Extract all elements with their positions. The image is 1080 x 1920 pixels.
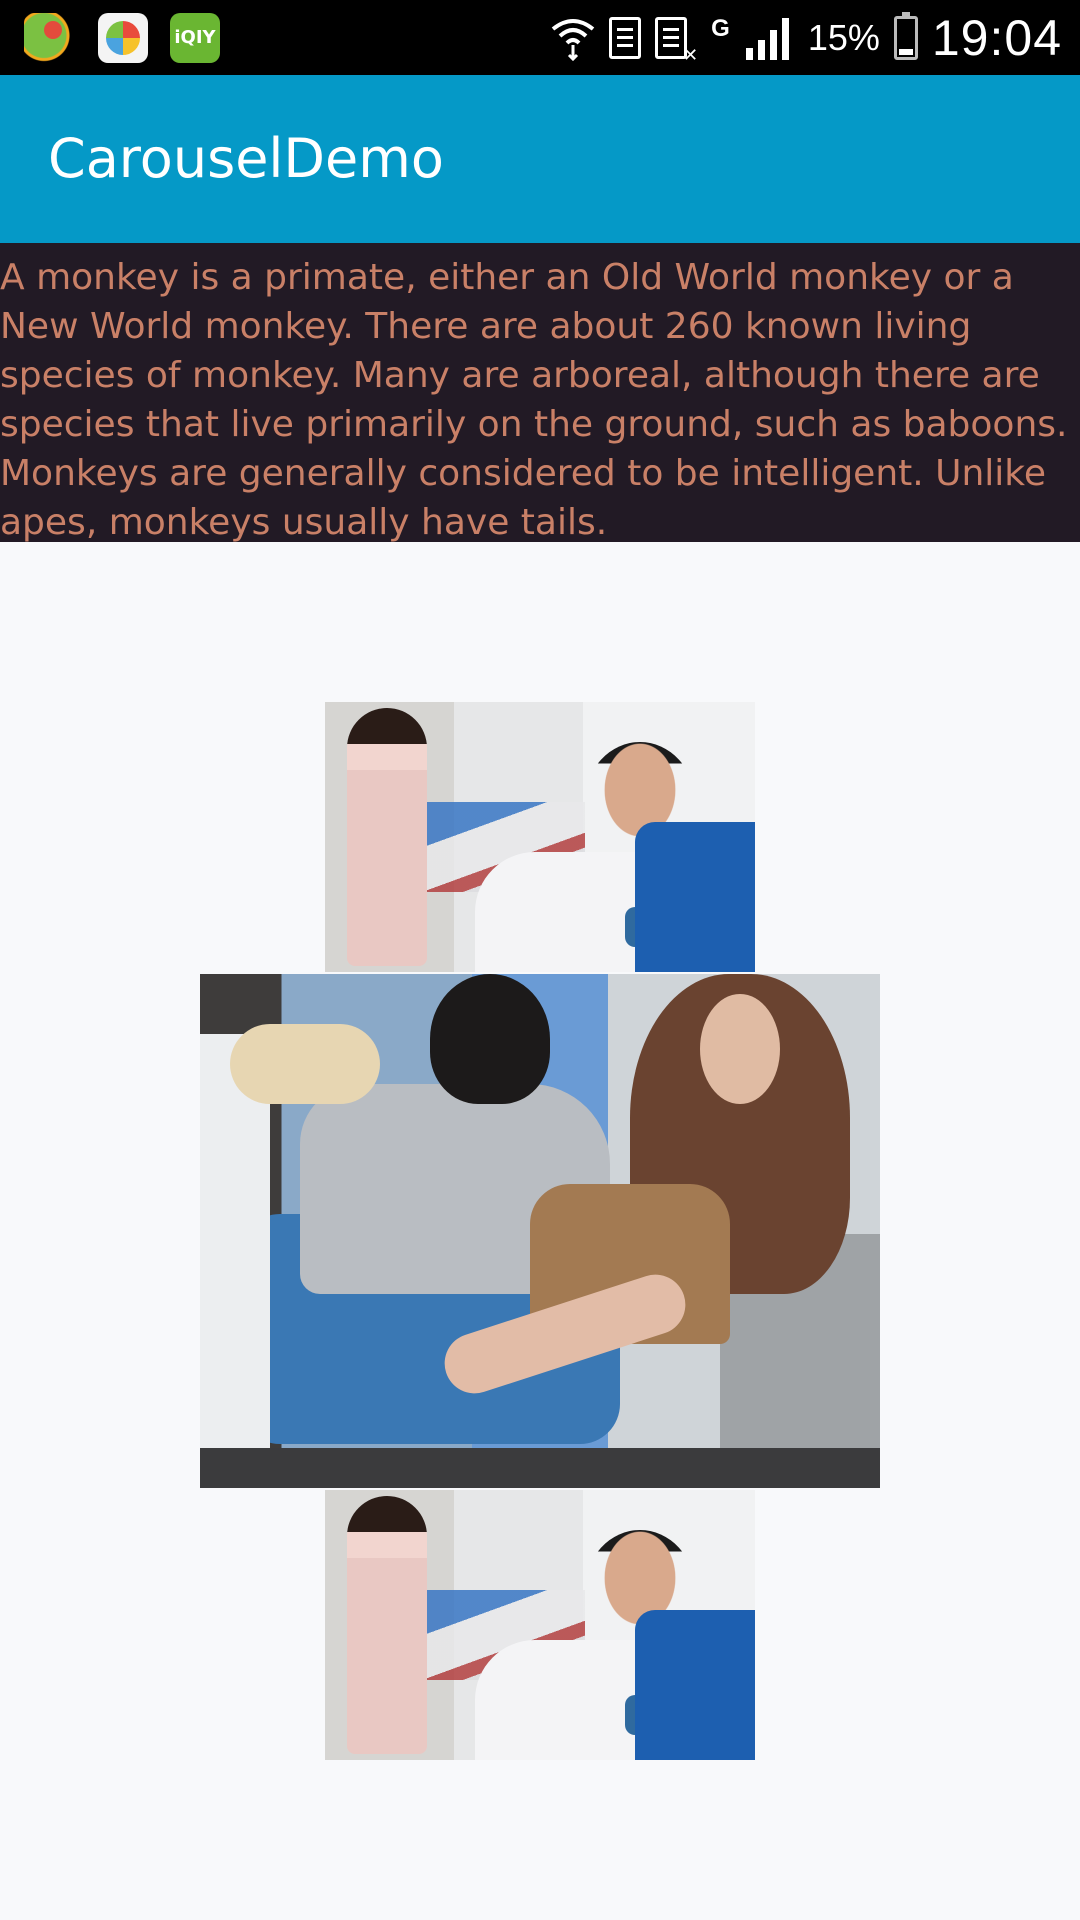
description-text: A monkey is a primate, either an Old Wor… bbox=[0, 257, 1068, 542]
status-indicators: G 15% 19:04 bbox=[551, 0, 1062, 75]
image-carousel[interactable] bbox=[0, 542, 1080, 1920]
photo-detail bbox=[430, 974, 550, 1104]
photo-detail bbox=[200, 1448, 880, 1488]
carousel-image-previous[interactable] bbox=[325, 702, 755, 972]
iqiyi-icon: iQIY bbox=[170, 13, 220, 63]
sim-card-icon bbox=[609, 16, 642, 59]
status-bar: iQIY G 15% 19:04 bbox=[0, 0, 1080, 75]
description-panel: A monkey is a primate, either an Old Wor… bbox=[0, 243, 1080, 542]
battery-percent: 15% bbox=[807, 16, 880, 58]
photo-detail bbox=[230, 1024, 380, 1104]
app-bar: CarouselDemo bbox=[0, 75, 1080, 243]
photo-detail bbox=[347, 708, 427, 966]
wifi-icon bbox=[551, 18, 595, 61]
game-center-icon bbox=[24, 13, 74, 63]
photo-detail bbox=[347, 1496, 427, 1754]
photo-detail bbox=[700, 994, 780, 1104]
network-type-label: G bbox=[711, 14, 730, 42]
sim-card-disabled-icon bbox=[655, 16, 698, 66]
carousel-image-current[interactable] bbox=[200, 974, 880, 1488]
clock: 19:04 bbox=[931, 9, 1062, 66]
photo-detail bbox=[635, 822, 755, 972]
app-title: CarouselDemo bbox=[48, 127, 444, 190]
photo-detail bbox=[635, 1610, 755, 1760]
carousel-image-next[interactable] bbox=[325, 1490, 755, 1760]
app-store-icon bbox=[98, 13, 148, 63]
signal-strength-icon bbox=[745, 17, 789, 60]
battery-icon bbox=[893, 11, 918, 60]
